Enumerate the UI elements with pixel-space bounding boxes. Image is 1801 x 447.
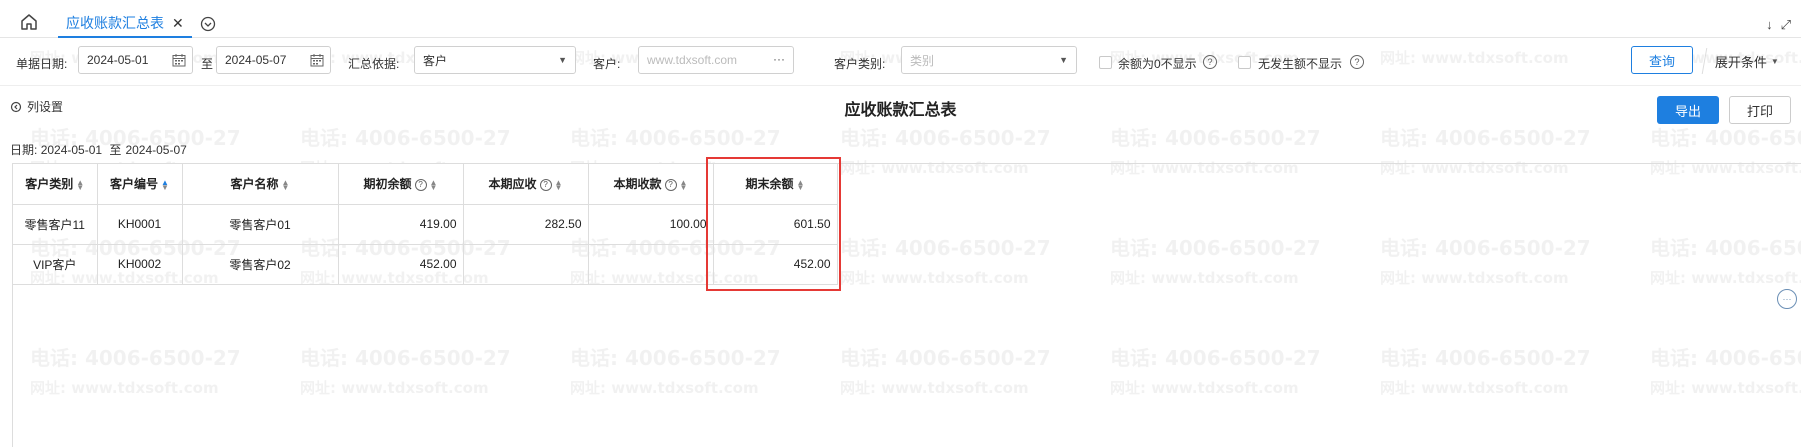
date-range-text: 日期: 2024-05-01 至 2024-05-07 [10, 141, 187, 158]
customer-placeholder: www.tdxsoft.com [647, 53, 738, 67]
cell-period-received [588, 244, 714, 285]
help-icon[interactable]: ? [414, 179, 427, 192]
closing-balance-highlight [706, 157, 841, 291]
chevron-down-icon: ▼ [1059, 55, 1068, 65]
cell-customer-name: 零售客户01 [182, 204, 339, 245]
date-range-from: 2024-05-01 [40, 143, 103, 157]
date-to-input[interactable]: 2024-05-07 [216, 46, 331, 74]
date-from-value: 2024-05-01 [87, 53, 149, 67]
header-customer-category[interactable]: 客户类别 ▲ ▼ [13, 164, 98, 205]
query-button[interactable]: 查询 [1631, 46, 1693, 74]
tab-label: 应收账款汇总表 [66, 15, 164, 31]
filter-bar: 单据日期: 2024-05-01 至 2024-05-07 汇总依据: 客户 ▼… [0, 38, 1801, 86]
header-label: 本期应收 [488, 177, 537, 192]
header-opening-balance[interactable]: 期初余额? ▲ ▼ [338, 164, 464, 205]
cell-period-receivable: 282.50 [463, 204, 589, 245]
expand-conditions-button[interactable]: 展开条件 ▼ [1701, 48, 1782, 74]
date-label: 单据日期: [16, 57, 68, 71]
cell-opening-balance: 452.00 [338, 244, 464, 285]
cell-customer-code: KH0001 [97, 204, 183, 245]
date-from-input[interactable]: 2024-05-01 [78, 46, 193, 74]
home-icon[interactable] [20, 13, 38, 31]
fullscreen-icon[interactable]: ⤢ [1781, 17, 1791, 33]
cell-period-receivable [463, 244, 589, 285]
date-range-to: 2024-05-07 [125, 143, 187, 157]
no-amount-label: 无发生额不显示 [1258, 57, 1343, 71]
customer-category-select[interactable]: 类别 ▼ [901, 46, 1077, 74]
header-period-receivable[interactable]: 本期应收? ▲ ▼ [463, 164, 589, 205]
category-placeholder: 类别 [910, 53, 935, 68]
no-amount-checkbox[interactable] [1238, 56, 1251, 69]
close-icon[interactable]: ✕ [172, 16, 184, 30]
cell-customer-category: VIP客户 [13, 244, 98, 285]
zero-balance-label: 余额为0不显示 [1118, 57, 1197, 71]
tab-bar: 应收账款汇总表 ✕ ↓ ⤢ [0, 0, 1801, 38]
page-title: 应收账款汇总表 [844, 102, 957, 119]
summary-basis-select[interactable]: 客户 ▼ [414, 46, 576, 74]
cell-customer-name: 零售客户02 [182, 244, 339, 285]
sort-icon[interactable]: ▲ ▼ [430, 179, 438, 192]
sort-icon[interactable]: ▲ ▼ [555, 179, 563, 192]
header-period-received[interactable]: 本期收款? ▲ ▼ [588, 164, 714, 205]
more-icon[interactable]: ··· [773, 52, 785, 66]
chat-icon[interactable]: ··· [1777, 289, 1797, 309]
calendar-icon[interactable] [310, 53, 324, 67]
customer-input[interactable]: www.tdxsoft.com ··· [638, 46, 794, 74]
data-grid: 客户类别 ▲ ▼ 客户编号 ▲ ▼ 客户名称 ▲ ▼ 期初余额? ▲ ▼ 本期应收? ▲ ▼ 本期收… [12, 163, 1801, 447]
header-label: 客户类别 [25, 177, 74, 192]
sort-icon[interactable]: ▲ ▼ [282, 179, 290, 192]
header-customer-name[interactable]: 客户名称 ▲ ▼ [182, 164, 339, 205]
chevron-down-icon: ▼ [558, 55, 567, 65]
customer-label: 客户: [593, 57, 621, 71]
header-label: 客户编号 [110, 177, 159, 192]
cell-customer-category: 零售客户11 [13, 204, 98, 245]
header-label: 本期收款 [613, 177, 662, 192]
summary-basis-label: 汇总依据: [348, 57, 400, 71]
cell-customer-code: KH0002 [97, 244, 183, 285]
customer-category-label: 客户类别: [834, 57, 886, 71]
expand-conditions-label: 展开条件 [1715, 54, 1768, 70]
help-icon[interactable]: ? [664, 179, 677, 192]
calendar-icon[interactable] [172, 53, 186, 67]
help-icon[interactable]: ? [1203, 55, 1217, 69]
watermark-phone: 电话: 4006-6500-27 [840, 126, 1051, 150]
watermark-phone: 电话: 4006-6500-27 [300, 126, 511, 150]
header-customer-code[interactable]: 客户编号 ▲ ▼ [97, 164, 183, 205]
date-to-value: 2024-05-07 [225, 53, 287, 67]
watermark-phone: 电话: 4006-6500-27 [1110, 126, 1321, 150]
caret-down-icon: ▼ [1771, 56, 1779, 66]
header-label: 期初余额 [363, 177, 412, 192]
summary-basis-value: 客户 [423, 53, 448, 68]
cell-opening-balance: 419.00 [338, 204, 464, 245]
sort-icon[interactable]: ▲ ▼ [76, 179, 84, 192]
print-button[interactable]: 打印 [1729, 96, 1791, 124]
header-label: 客户名称 [230, 177, 279, 192]
cell-period-received: 100.00 [588, 204, 714, 245]
sort-icon[interactable]: ▲ ▼ [680, 179, 688, 192]
export-button[interactable]: 导出 [1657, 96, 1719, 124]
chevron-down-circle-icon[interactable] [200, 16, 216, 32]
date-range-sep: 至 [109, 143, 122, 157]
date-range-prefix: 日期: [10, 143, 38, 157]
watermark-phone: 电话: 4006-6500-27 [1380, 126, 1591, 150]
download-arrow-icon[interactable]: ↓ [1766, 17, 1773, 33]
watermark-phone: 电话: 4006-6500-27 [570, 126, 781, 150]
help-icon[interactable]: ? [539, 179, 552, 192]
help-icon[interactable]: ? [1350, 55, 1364, 69]
sort-icon[interactable]: ▲ ▼ [161, 179, 169, 192]
watermark-phone: 电话: 4006-6500-27 [1650, 126, 1801, 150]
zero-balance-checkbox[interactable] [1099, 56, 1112, 69]
tab-receivables-summary[interactable]: 应收账款汇总表 ✕ [58, 10, 192, 38]
date-separator: 至 [201, 57, 214, 71]
